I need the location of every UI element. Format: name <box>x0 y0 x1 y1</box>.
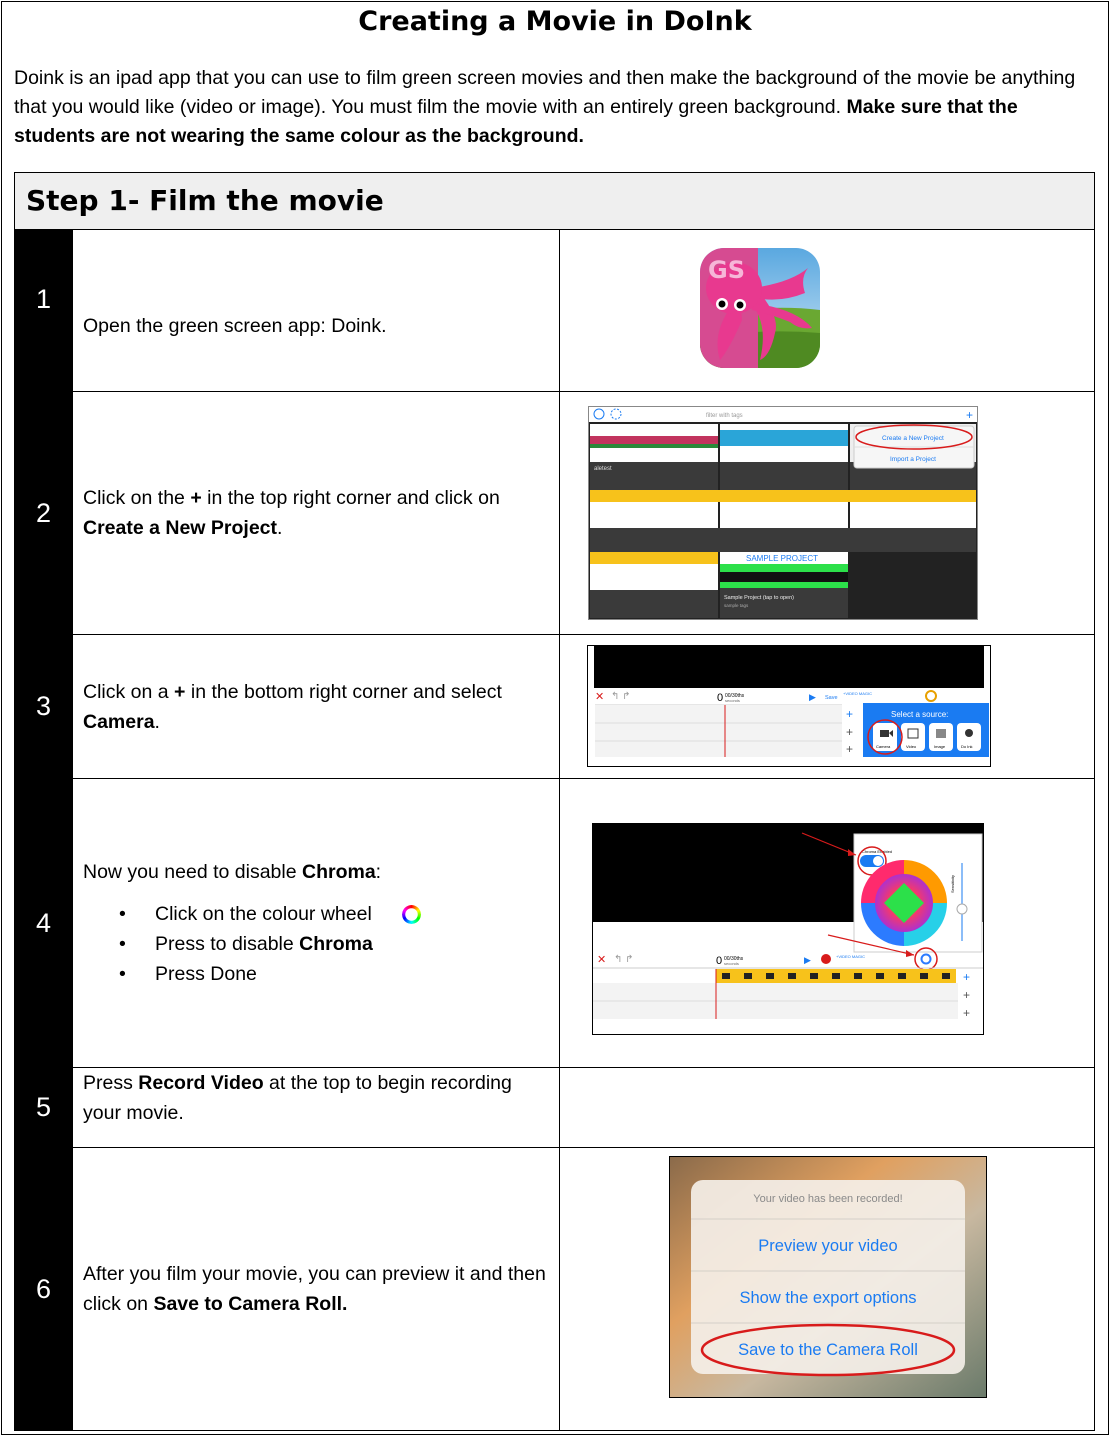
svg-text:Save: Save <box>825 695 838 701</box>
svg-text:▶: ▶ <box>809 692 816 702</box>
step-image-cell: ✕ ↰ ↱ 0 00/30ths seconds ▶ Save +VIDEO M… <box>560 635 1094 778</box>
step-image-cell: filter with tags + aletest Create a New … <box>560 392 1094 634</box>
step-text: Press Record Video at the top to begin r… <box>72 1068 560 1147</box>
list-item: Press to disable Chroma <box>83 929 549 959</box>
step-number: 3 <box>15 635 72 778</box>
document-page: Creating a Movie in DoInk Doink is an ip… <box>1 1 1109 1435</box>
film-strip-row-2 <box>590 552 718 618</box>
menu-import-project: Import a Project <box>890 456 936 463</box>
step-row-6: 6 After you film your movie, you can pre… <box>14 1148 1095 1431</box>
save-dialog-screenshot: Your video has been recorded! Preview yo… <box>669 1156 987 1398</box>
search-placeholder: filter with tags <box>706 413 743 419</box>
chroma-steps-list: Click on the colour wheel Press to disab… <box>83 899 549 989</box>
timeline-source-screenshot: ✕ ↰ ↱ 0 00/30ths seconds ▶ Save +VIDEO M… <box>587 645 991 767</box>
svg-text:↰ ↱: ↰ ↱ <box>611 691 631 702</box>
step-row-3: 3 Click on a + in the bottom right corne… <box>14 635 1095 779</box>
svg-text:Video: Video <box>906 744 917 749</box>
svg-text:Select a source:: Select a source: <box>891 710 948 719</box>
svg-text:Sample Project (tap to open): Sample Project (tap to open) <box>724 595 794 601</box>
step-text: Click on a + in the bottom right corner … <box>72 635 560 778</box>
step-text-line: Now you need to disable Chroma: <box>83 861 382 883</box>
colour-wheel-icon <box>401 905 421 925</box>
svg-text:+: + <box>963 1006 970 1020</box>
svg-text:Camera: Camera <box>876 744 891 749</box>
intro-paragraph: Doink is an ipad app that you can use to… <box>14 64 1099 151</box>
new-project-menu: Create a New Project Import a Project <box>853 424 975 469</box>
svg-text:+VIDEO MAGIC: +VIDEO MAGIC <box>836 954 865 959</box>
step-number: 4 <box>15 779 72 1067</box>
step-image-cell: Chroma Enabled Sensitivity ✕ ↰ ↱ 0 00/30… <box>560 779 1094 1067</box>
step-number: 2 <box>15 392 72 634</box>
svg-text:0: 0 <box>716 955 722 967</box>
svg-text:Chroma Enabled: Chroma Enabled <box>862 849 892 854</box>
svg-text:✕: ✕ <box>597 954 606 966</box>
svg-text:seconds: seconds <box>725 698 740 703</box>
project-thumb-1: aletest <box>590 424 718 490</box>
step-text: Click on the + in the top right corner a… <box>72 392 560 634</box>
svg-text:✕: ✕ <box>595 691 604 703</box>
icon-lettering: GS <box>708 256 745 284</box>
chroma-screenshot: Chroma Enabled Sensitivity ✕ ↰ ↱ 0 00/30… <box>592 823 984 1035</box>
step-text-line: Open the green screen app: Doink. <box>83 314 387 337</box>
svg-text:▶: ▶ <box>804 955 811 965</box>
step-image-cell: GS <box>560 230 1094 391</box>
svg-text:+: + <box>846 725 853 739</box>
project-thumb-2 <box>720 424 848 490</box>
svg-text:+: + <box>963 988 970 1002</box>
dialog-message: Your video has been recorded! <box>753 1193 902 1205</box>
add-project-icon: + <box>966 408 973 422</box>
step-header: Step 1- Film the movie <box>14 172 1095 230</box>
document-title: Creating a Movie in DoInk <box>358 6 752 37</box>
step-text: Open the green screen app: Doink. <box>72 230 560 391</box>
export-options-option: Show the export options <box>739 1289 916 1307</box>
svg-text:Do Ink: Do Ink <box>961 744 973 749</box>
save-camera-roll-option: Save to the Camera Roll <box>738 1341 918 1359</box>
svg-text:+: + <box>846 742 853 756</box>
step-text-line: Press Record Video at the top to begin r… <box>83 1072 512 1124</box>
step-number: 5 <box>15 1068 72 1147</box>
project-list-screenshot: filter with tags + aletest Create a New … <box>588 406 978 620</box>
svg-text:sample tags: sample tags <box>724 603 749 608</box>
svg-text:+VIDEO MAGIC: +VIDEO MAGIC <box>843 691 872 696</box>
svg-text:SAMPLE PROJECT: SAMPLE PROJECT <box>746 554 818 563</box>
step-image-cell: Your video has been recorded! Preview yo… <box>560 1148 1094 1430</box>
svg-text:Sensitivity: Sensitivity <box>950 875 955 893</box>
step-number: 1 <box>15 230 72 391</box>
film-strip-row <box>590 490 976 552</box>
step-image-cell <box>560 1068 1094 1147</box>
step-row-5: 5 Press Record Video at the top to begin… <box>14 1068 1095 1148</box>
list-item: Click on the colour wheel <box>83 899 549 929</box>
step-text: Now you need to disable Chroma: Click on… <box>72 779 560 1067</box>
svg-text:+: + <box>963 970 970 984</box>
select-source-popover: Select a source: Camera Video Image Do I… <box>863 703 989 757</box>
step-number: 6 <box>15 1148 72 1430</box>
step-row-2: 2 Click on the + in the top right corner… <box>14 392 1095 635</box>
list-item: Press Done <box>83 959 549 989</box>
preview-video-option: Preview your video <box>758 1237 897 1255</box>
svg-text:seconds: seconds <box>724 961 739 966</box>
svg-text:↰ ↱: ↰ ↱ <box>614 954 634 965</box>
sample-project-thumb: SAMPLE PROJECT Sample Project (tap to op… <box>720 552 848 618</box>
step-row-4: 4 Now you need to disable Chroma: Click … <box>14 779 1095 1068</box>
menu-create-new-project: Create a New Project <box>882 435 944 442</box>
svg-text:aletest: aletest <box>594 466 612 472</box>
svg-text:+: + <box>846 707 853 721</box>
doink-app-icon: GS <box>700 248 820 368</box>
svg-text:Image: Image <box>934 744 946 749</box>
step-text-line: Click on the + in the top right corner a… <box>83 487 500 539</box>
step-text: After you film your movie, you can previ… <box>72 1148 560 1430</box>
svg-text:0: 0 <box>717 692 723 704</box>
step-row-1: 1 Open the green screen app: Doink. GS <box>14 230 1095 392</box>
steps-table: Step 1- Film the movie 1 Open the green … <box>14 172 1095 1431</box>
step-text-line: Click on a + in the bottom right corner … <box>83 680 502 733</box>
step-text-line: After you film your movie, you can previ… <box>83 1263 546 1315</box>
